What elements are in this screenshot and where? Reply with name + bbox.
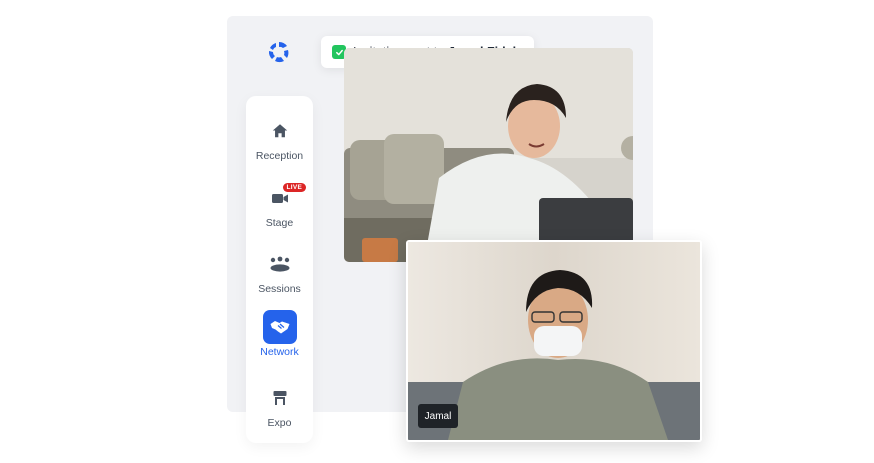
sidebar-item-network[interactable]: Network: [246, 310, 313, 358]
participant-video-woman: [344, 48, 633, 262]
sidebar: Reception LIVE Stage Sessions Network Ex…: [246, 96, 313, 443]
sidebar-item-sessions[interactable]: Sessions: [246, 247, 313, 295]
sidebar-item-label: Network: [260, 346, 299, 358]
sidebar-item-reception[interactable]: Reception: [246, 114, 313, 162]
participant-name-tag: Jamal: [418, 404, 458, 428]
sidebar-item-label: Expo: [267, 417, 292, 429]
app-logo-icon: [267, 40, 291, 64]
booth-icon: [263, 381, 297, 415]
sidebar-item-stage[interactable]: LIVE Stage: [246, 181, 313, 229]
people-group-icon: [263, 247, 297, 281]
video-camera-icon: LIVE: [263, 181, 307, 215]
sidebar-item-label: Sessions: [258, 283, 301, 295]
sidebar-item-label: Stage: [265, 217, 294, 229]
live-badge: LIVE: [282, 183, 307, 192]
sidebar-item-expo[interactable]: Expo: [246, 381, 313, 429]
sidebar-item-label: Reception: [255, 150, 304, 162]
home-icon: [263, 114, 297, 148]
handshake-icon: [262, 310, 297, 344]
